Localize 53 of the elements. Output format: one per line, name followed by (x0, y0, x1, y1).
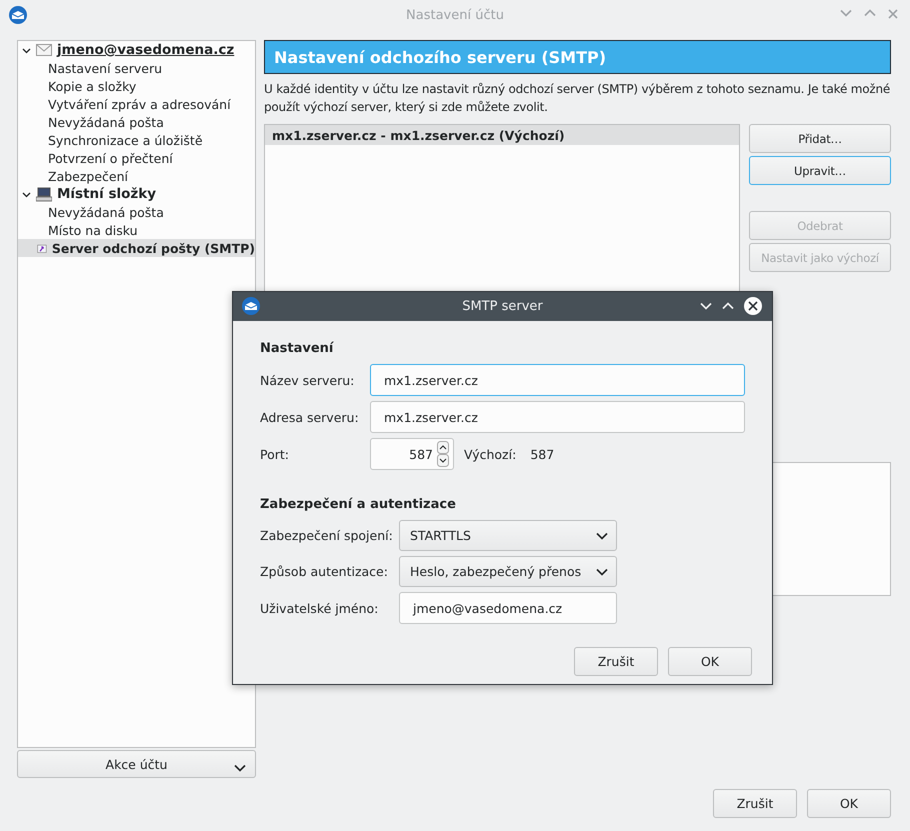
caret-icon (596, 568, 608, 576)
port-spinbox[interactable]: 587 (370, 438, 454, 470)
panel-button[interactable]: Přidat… (749, 124, 891, 153)
caret-icon (234, 764, 246, 772)
tree-item[interactable]: Zabezpečení (18, 167, 255, 185)
panel-button[interactable]: Upravit… (749, 156, 891, 185)
field-label: Port: (260, 446, 290, 462)
tree-item[interactable]: Server odchozí pošty (SMTP) (18, 239, 255, 257)
caret-icon (596, 532, 608, 540)
logo-icon (241, 296, 261, 316)
field-label: Způsob autentizace: (260, 564, 389, 579)
tree-item[interactable]: jmeno@vasedomena.cz (18, 41, 255, 59)
account-actions-button[interactable]: Akce účtu (17, 750, 256, 778)
field-label: Název serveru: (260, 372, 356, 388)
security-dropdown[interactable]: STARTTLS (399, 520, 617, 551)
spin-arrows-icon[interactable] (437, 441, 449, 467)
cancel-button[interactable]: Zrušit (713, 789, 797, 818)
server-address-field[interactable]: mx1.zserver.cz (370, 401, 745, 433)
section-heading: Zabezpečení a autentizace (260, 497, 457, 512)
description-text: U každé identity v účtu lze nastavit různý odchozí server (SMTP) výběrem z tohoto seznamu. Je také možné použít výchozí server, který si zde můžete zvolit. (264, 81, 891, 116)
auth-dropdown[interactable]: Heslo, zabezpečený přenos (399, 556, 617, 587)
minimize-icon (700, 302, 712, 310)
panel-heading: Nastavení odchozího serveru (SMTP) (264, 40, 891, 74)
section-heading: Nastavení (260, 341, 335, 356)
tree-item[interactable]: Nevyžádaná pošta (18, 203, 255, 221)
tree-item[interactable]: Místo na disku (18, 221, 255, 239)
cancel-button[interactable]: Zrušit (574, 647, 658, 676)
computer-icon (36, 186, 52, 202)
default-port-label: Výchozí: (464, 446, 516, 462)
tree-item[interactable]: Nastavení serveru (18, 59, 255, 77)
tree-item[interactable]: Vytváření zpráv a adresování (18, 95, 255, 113)
username-field[interactable]: jmeno@vasedomena.cz (399, 592, 617, 624)
server-list-item[interactable]: mx1.zserver.cz - mx1.zserver.cz (Výchozí) (265, 125, 739, 145)
dialog-title: SMTP server (462, 299, 543, 314)
window-title: Nastavení účtu (406, 8, 504, 22)
tree-item[interactable]: Nevyžádaná pošta (18, 113, 255, 131)
tree-item[interactable]: Místní složky (18, 185, 255, 203)
field-label: Adresa serveru: (260, 410, 360, 424)
ok-button[interactable]: OK (807, 789, 891, 818)
minimize-icon (840, 9, 852, 17)
tree-item[interactable]: Potvrzení o přečtení (18, 149, 255, 167)
field-label: Uživatelské jméno: (260, 600, 380, 616)
envelope-icon (36, 44, 52, 56)
ok-button[interactable]: OK (668, 647, 752, 676)
tree-item[interactable]: Synchronizace a úložiště (18, 131, 255, 149)
close-icon[interactable] (744, 297, 762, 315)
logo-icon (8, 5, 28, 25)
server-name-field[interactable]: mx1.zserver.cz (370, 364, 745, 396)
default-port-value: 587 (530, 446, 554, 462)
tree-item[interactable]: Kopie a složky (18, 77, 255, 95)
field-label: Zabezpečení spojení: (260, 528, 394, 543)
expand-icon[interactable] (22, 46, 31, 54)
expand-icon[interactable] (22, 190, 31, 198)
